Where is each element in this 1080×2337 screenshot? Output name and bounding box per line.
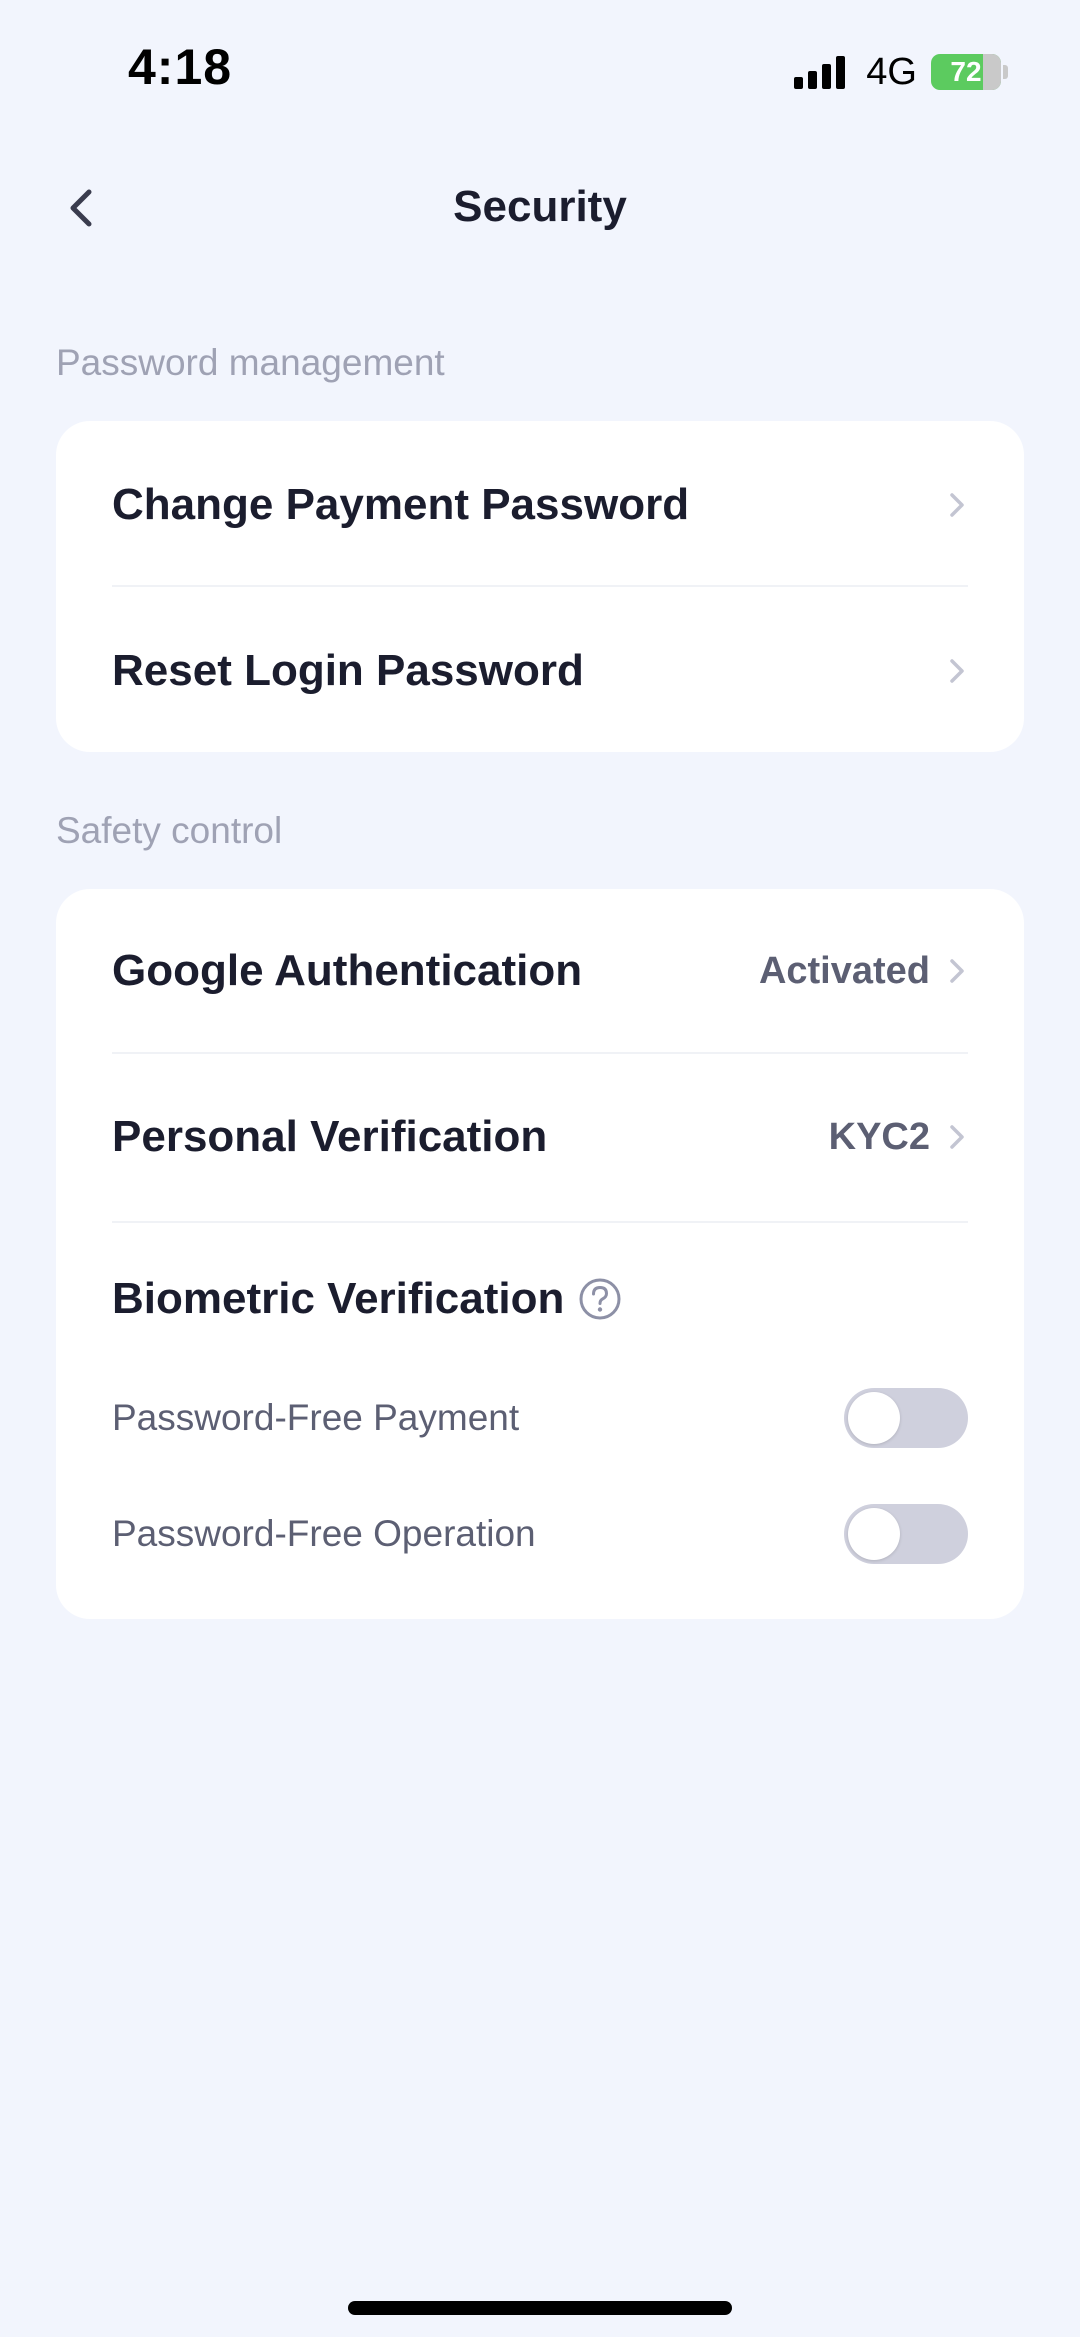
status-time: 4:18 <box>128 39 233 95</box>
status-value: Activated <box>758 949 930 992</box>
chevron-right-icon <box>946 956 968 986</box>
password-free-operation-row: Password-Free Operation <box>112 1502 968 1566</box>
question-circle-icon[interactable] <box>578 1277 622 1321</box>
section-label-password: Password management <box>56 342 445 383</box>
row-label: Google Authentication <box>112 946 583 995</box>
divider <box>112 1052 968 1054</box>
row-label: Change Payment Password <box>112 480 690 529</box>
password-card: Change Payment Password Reset Login Pass… <box>56 421 1024 752</box>
chevron-right-icon <box>946 490 968 520</box>
battery-level: 72 <box>950 56 982 87</box>
personal-verification-row[interactable]: Personal Verification KYC2 <box>112 1097 968 1177</box>
password-free-payment-toggle[interactable] <box>844 1388 968 1448</box>
chevron-right-icon <box>946 656 968 686</box>
page-title: Security <box>453 182 627 231</box>
row-label: Personal Verification <box>112 1112 548 1161</box>
battery-tip <box>1003 65 1008 79</box>
toggle-label: Password-Free Operation <box>112 1513 536 1554</box>
divider <box>112 585 968 587</box>
toggle-label: Password-Free Payment <box>112 1397 520 1438</box>
toggle-knob <box>848 1392 900 1444</box>
reset-login-password-row[interactable]: Reset Login Password <box>112 631 968 711</box>
safety-card: Google Authentication Activated Personal… <box>56 889 1024 1619</box>
status-bar: 4:18 4G 72 <box>0 0 1080 140</box>
password-free-payment-row: Password-Free Payment <box>112 1386 968 1450</box>
biometric-header: Biometric Verification <box>112 1269 622 1329</box>
biometric-title: Biometric Verification <box>112 1274 565 1323</box>
row-label: Reset Login Password <box>112 646 584 695</box>
signal-icon <box>794 55 850 89</box>
section-label-safety: Safety control <box>56 810 283 851</box>
nav-bar: Security <box>0 160 1080 256</box>
google-authentication-row[interactable]: Google Authentication Activated <box>112 931 968 1011</box>
divider <box>112 1221 968 1223</box>
change-payment-password-row[interactable]: Change Payment Password <box>112 465 968 545</box>
battery-icon: 72 <box>931 54 1001 90</box>
home-indicator <box>348 2301 732 2315</box>
kyc-level-value: KYC2 <box>828 1115 930 1158</box>
chevron-right-icon <box>946 1122 968 1152</box>
network-type: 4G <box>866 50 917 93</box>
toggle-knob <box>848 1508 900 1560</box>
password-free-operation-toggle[interactable] <box>844 1504 968 1564</box>
status-indicators: 4G 72 <box>794 50 1008 94</box>
